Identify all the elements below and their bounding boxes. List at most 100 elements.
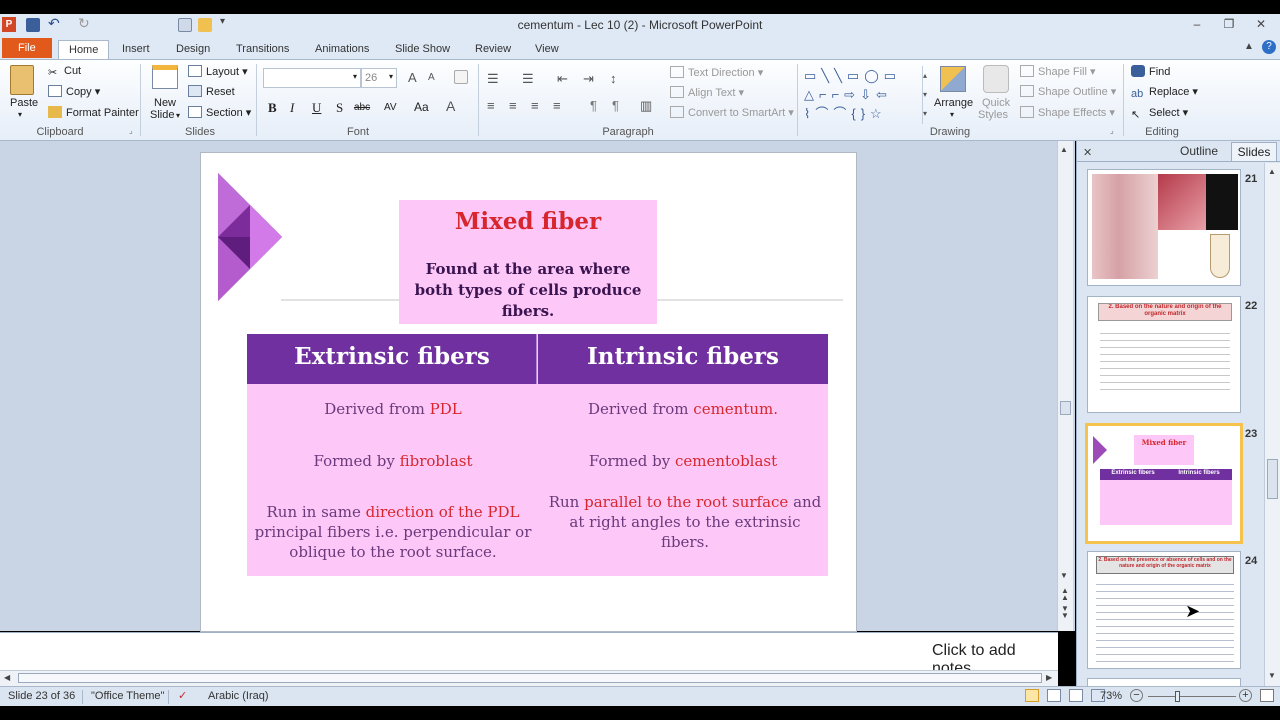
paste-dropdown-icon[interactable]: ▾	[18, 110, 22, 119]
minimize-ribbon-icon[interactable]: ▲	[1244, 41, 1254, 52]
tab-outline[interactable]: Outline	[1171, 144, 1227, 158]
find-button[interactable]: Find	[1131, 65, 1170, 78]
new-slide-label-2[interactable]: Slide	[150, 109, 174, 121]
zoom-out-icon[interactable]: −	[1130, 689, 1143, 702]
paste-button[interactable]: Paste	[10, 97, 38, 109]
quick-styles-icon[interactable]	[983, 65, 1009, 93]
text-direction-button[interactable]: Text Direction ▾	[670, 66, 763, 79]
copy-button[interactable]: Copy ▾	[48, 85, 100, 98]
slide-canvas[interactable]: Mixed fiber Found at the area where both…	[200, 152, 857, 632]
new-slide-label-1[interactable]: New	[154, 97, 176, 109]
align-right-icon[interactable]: ≡	[531, 98, 539, 113]
zoom-slider-thumb[interactable]	[1175, 691, 1180, 702]
arrange-icon[interactable]	[940, 66, 966, 92]
scroll-up-icon[interactable]: ▲	[1268, 167, 1276, 176]
justify-icon[interactable]: ≡	[553, 98, 561, 113]
shrink-font-button[interactable]: A	[428, 72, 435, 83]
line-spacing-icon[interactable]: ↕	[610, 71, 617, 86]
spellcheck-icon[interactable]: ✓	[178, 689, 187, 702]
panel-close-button[interactable]: ✕	[1083, 146, 1092, 159]
scroll-left-icon[interactable]: ◀	[4, 673, 10, 682]
shape-effects-button[interactable]: Shape Effects ▾	[1020, 106, 1115, 119]
shape-outline-button[interactable]: Shape Outline ▾	[1020, 85, 1116, 98]
align-text-button[interactable]: Align Text ▾	[670, 86, 744, 99]
ltr-icon[interactable]: ¶	[612, 98, 619, 113]
zoom-in-icon[interactable]: +	[1239, 689, 1252, 702]
align-center-icon[interactable]: ≡	[509, 98, 517, 113]
format-painter-button[interactable]: Format Painter	[48, 106, 139, 119]
thumb-next-partial[interactable]	[1087, 678, 1241, 686]
font-size-input[interactable]: 26 ▾	[361, 68, 397, 88]
slide-thumbnail-23[interactable]: Mixed fiber Extrinsic fibers Intrinsic f…	[1085, 423, 1243, 544]
panel-scrollbar[interactable]: ▲ ▼	[1264, 163, 1280, 686]
strikethrough-button[interactable]: abc	[354, 102, 370, 113]
tab-view[interactable]: View	[525, 40, 569, 60]
scroll-up-icon[interactable]: ▲	[1060, 145, 1068, 154]
zoom-percent[interactable]: 73%	[1100, 690, 1122, 702]
slide-subtitle[interactable]: Found at the area where both types of ce…	[405, 259, 651, 322]
columns-icon[interactable]: ▥	[640, 98, 652, 114]
font-color-button[interactable]: A	[446, 98, 455, 114]
replace-button[interactable]: ab Replace ▾	[1131, 85, 1198, 100]
reading-view-icon[interactable]	[1069, 689, 1083, 702]
font-name-input[interactable]: ▾	[263, 68, 361, 88]
new-slide-icon[interactable]	[152, 65, 178, 89]
tab-home[interactable]: Home	[58, 40, 110, 60]
language-label[interactable]: Arabic (Iraq)	[208, 690, 269, 702]
grow-font-button[interactable]: A	[408, 70, 417, 85]
new-slide-dropdown-icon[interactable]: ▾	[176, 111, 180, 120]
arrange-dropdown-icon[interactable]: ▾	[950, 110, 954, 119]
decrease-indent-icon[interactable]: ⇤	[557, 71, 568, 87]
align-left-icon[interactable]: ≡	[487, 98, 495, 113]
slide-title[interactable]: Mixed fiber	[399, 208, 657, 235]
slide-thumbnail-21[interactable]	[1087, 169, 1241, 286]
zoom-slider-track[interactable]	[1148, 696, 1236, 697]
tab-transitions[interactable]: Transitions	[226, 40, 299, 60]
scroll-down-icon[interactable]: ▼	[1268, 671, 1276, 680]
font-size-dropdown-icon[interactable]: ▾	[389, 72, 393, 81]
clear-formatting-icon[interactable]	[454, 70, 468, 84]
shapes-gallery[interactable]: ▭╲╲▭◯▭ △⌐⌐⇨⇩⇦ ⌇⌒⌒{}☆	[804, 66, 922, 124]
slide-vertical-scrollbar[interactable]: ▲ ▼ ▲ ▲ ▼ ▼	[1057, 141, 1073, 631]
tab-review[interactable]: Review	[465, 40, 521, 60]
close-button[interactable]: ✕	[1250, 16, 1272, 32]
numbering-icon[interactable]: ☰	[522, 71, 534, 87]
tab-insert[interactable]: Insert	[112, 40, 160, 60]
restore-button[interactable]: ❐	[1218, 16, 1240, 32]
tab-slides[interactable]: Slides	[1231, 142, 1277, 162]
reset-button[interactable]: Reset	[188, 85, 235, 98]
cut-button[interactable]: ✂ Cut	[48, 65, 81, 79]
bold-button[interactable]: B	[268, 100, 277, 116]
slide-thumbnail-24[interactable]: 2. Based on the presence or absence of c…	[1087, 551, 1241, 669]
drawing-launcher-icon[interactable]: ⌟	[1110, 126, 1114, 135]
bullets-icon[interactable]: ☰	[487, 71, 499, 87]
scroll-thumb[interactable]	[1267, 459, 1278, 499]
layout-button[interactable]: Layout ▾	[188, 65, 248, 78]
quick-styles-label-1[interactable]: Quick	[982, 97, 1010, 109]
tab-slide-show[interactable]: Slide Show	[385, 40, 460, 60]
minimize-button[interactable]: –	[1186, 16, 1208, 32]
scroll-down-icon[interactable]: ▼	[1060, 571, 1068, 580]
paste-icon[interactable]	[10, 65, 34, 95]
scroll-right-icon[interactable]: ▶	[1046, 673, 1052, 682]
shape-fill-button[interactable]: Shape Fill ▾	[1020, 65, 1096, 78]
normal-view-icon[interactable]	[1025, 689, 1039, 702]
character-spacing-button[interactable]: AV	[384, 102, 397, 113]
theme-name[interactable]: "Office Theme"	[91, 690, 164, 702]
font-name-dropdown-icon[interactable]: ▾	[353, 72, 357, 81]
italic-button[interactable]: I	[290, 100, 294, 116]
change-case-button[interactable]: Aa	[414, 100, 429, 114]
quick-styles-label-2[interactable]: Styles	[978, 109, 1008, 121]
clipboard-launcher-icon[interactable]: ⌟	[129, 126, 133, 135]
tab-animations[interactable]: Animations	[305, 40, 379, 60]
select-button[interactable]: ↖ Select ▾	[1131, 106, 1188, 121]
help-icon[interactable]: ?	[1262, 40, 1276, 54]
rtl-icon[interactable]: ¶	[590, 98, 597, 113]
underline-button[interactable]: U	[312, 100, 321, 116]
section-button[interactable]: Section ▾	[188, 106, 251, 119]
slide-thumbnail-22[interactable]: 2. Based on the nature and origin of the…	[1087, 296, 1241, 413]
fit-to-window-icon[interactable]	[1260, 689, 1274, 702]
shadow-button[interactable]: S	[336, 100, 343, 116]
tab-design[interactable]: Design	[166, 40, 220, 60]
scroll-thumb[interactable]	[18, 673, 1042, 683]
